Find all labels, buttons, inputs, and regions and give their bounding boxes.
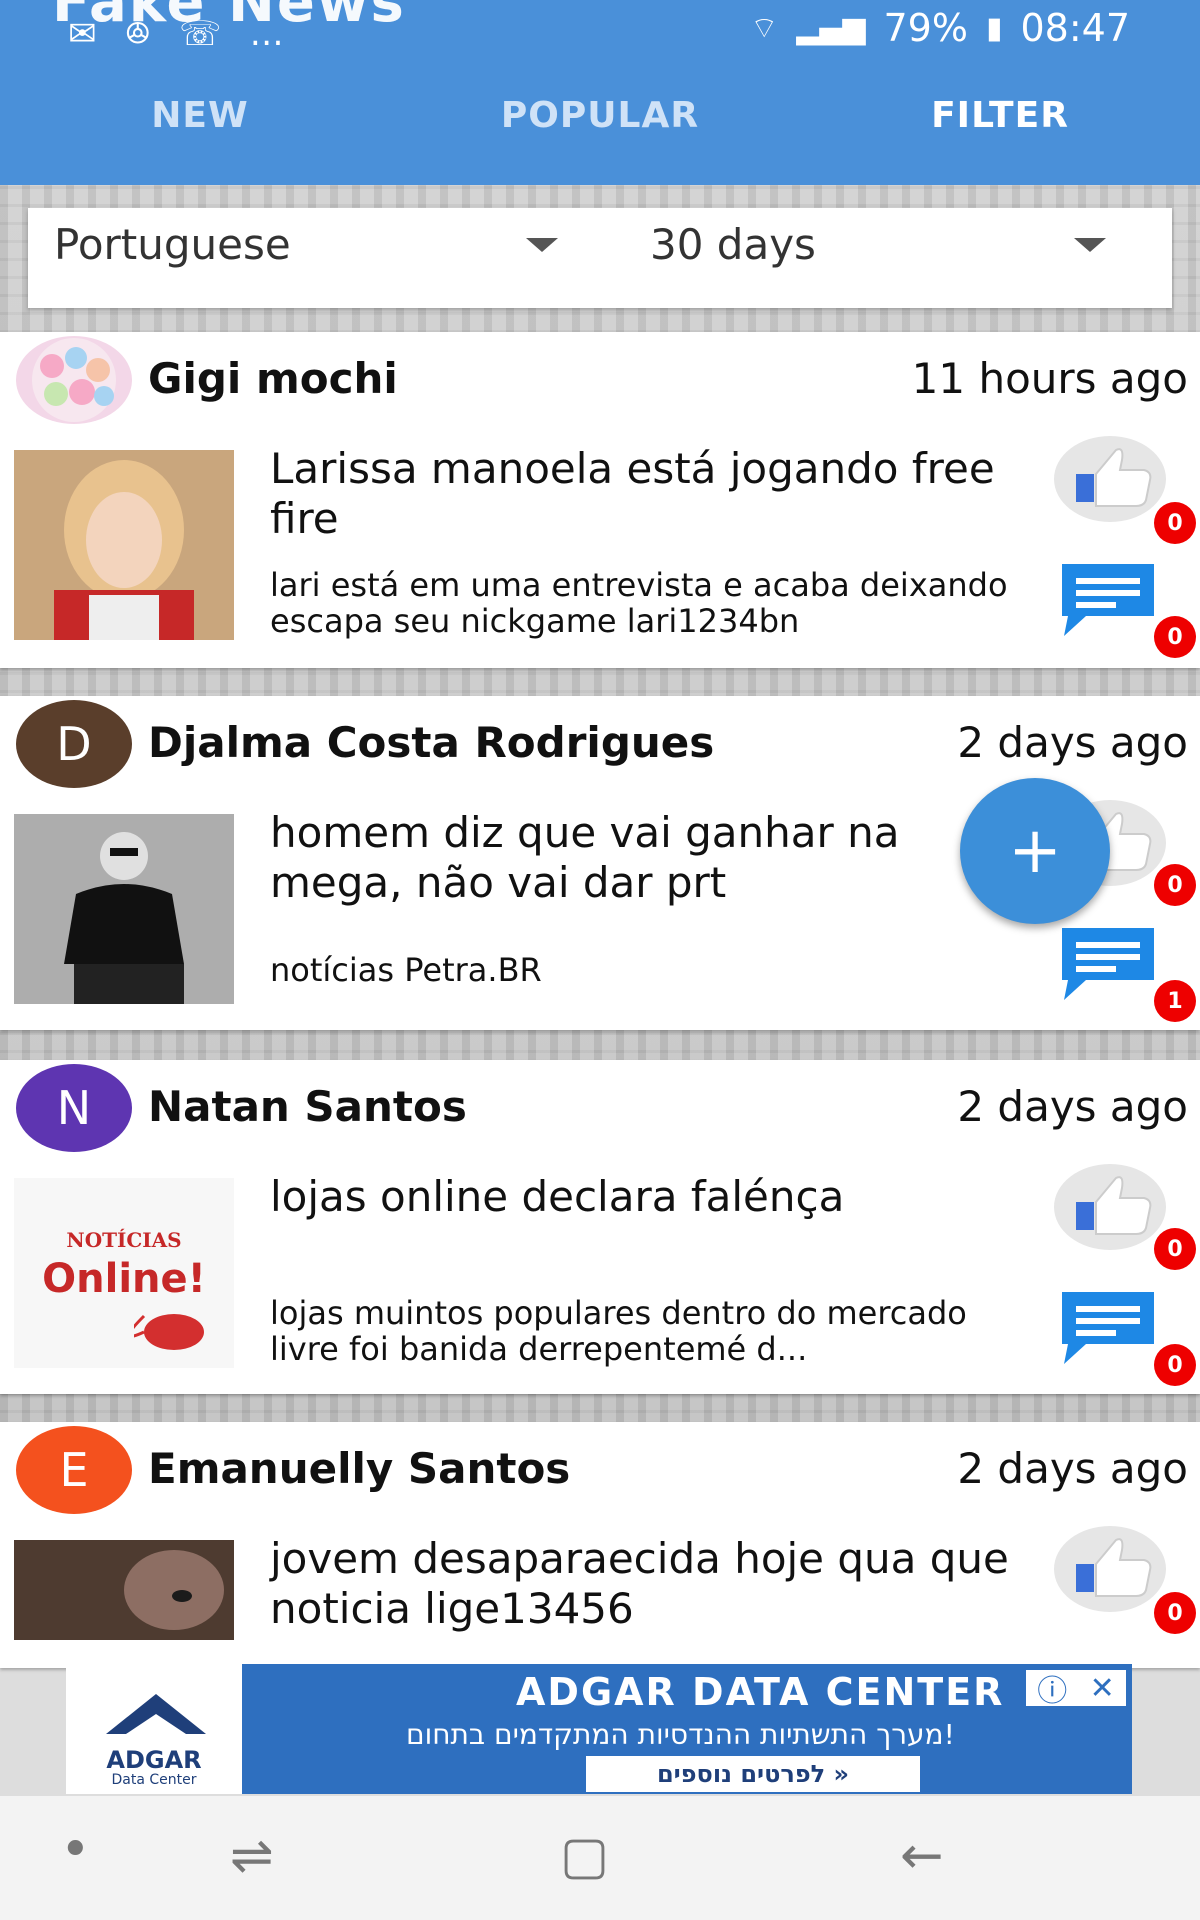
system-nav-bar: • ⇌ ▢ ←	[0, 1796, 1200, 1920]
mochi-avatar-icon	[32, 338, 116, 422]
ad-logo: ADGAR Data Center	[66, 1664, 242, 1794]
signal-icon: ▂▄▆	[796, 10, 866, 46]
post-thumbnail[interactable]: NOTÍCIAS Online!	[14, 1178, 234, 1368]
avatar	[16, 336, 132, 424]
post-time: 2 days ago	[957, 1444, 1188, 1493]
thumbnail-text: NOTÍCIAS	[66, 1228, 182, 1252]
ad-controls: ⓘ ✕	[1026, 1670, 1126, 1709]
thumbs-up-icon	[1054, 436, 1166, 522]
tab-filter[interactable]: FILTER	[800, 95, 1200, 155]
post-description: lojas muintos populares dentro do mercad…	[270, 1294, 967, 1368]
battery-percent: 79%	[883, 6, 968, 50]
ad-cta-button[interactable]: לפרטים נוספים »	[586, 1756, 920, 1792]
avatar: D	[16, 700, 132, 788]
comment-count-badge: 1	[1154, 980, 1196, 1022]
like-button[interactable]	[1052, 1524, 1168, 1614]
ad-brand-sub: Data Center	[111, 1772, 197, 1788]
like-count-badge: 0	[1154, 1228, 1196, 1270]
author-name[interactable]: Emanuelly Santos	[148, 1444, 570, 1493]
spiral-icon: ꔮ	[124, 14, 152, 54]
avatar: E	[16, 1426, 132, 1514]
comment-count-badge: 0	[1154, 1344, 1196, 1386]
post-time: 11 hours ago	[911, 354, 1188, 403]
thumbs-up-icon	[1054, 1526, 1166, 1612]
tab-popular[interactable]: POPULAR	[400, 95, 800, 155]
ad-banner[interactable]: ADGAR Data Center ADGAR DATA CENTER מערך…	[66, 1664, 1132, 1794]
comment-icon	[1062, 928, 1154, 1000]
battery-icon: ▮	[985, 10, 1003, 46]
ad-brand: ADGAR	[106, 1746, 202, 1774]
clock: 08:47	[1020, 6, 1130, 50]
author-name[interactable]: Natan Santos	[148, 1082, 467, 1131]
post-description: notícias Petra.BR	[270, 951, 542, 989]
post-thumbnail[interactable]	[14, 450, 234, 640]
status-bar: ✉ ꔮ ☏ … ⌔ ▂▄▆ 79% ▮ 08:47	[0, 0, 1200, 60]
language-select[interactable]: Portuguese	[54, 220, 291, 269]
home-dot-icon[interactable]: •	[60, 1820, 91, 1880]
post-title[interactable]: homem diz que vai ganhar na mega, não va…	[270, 808, 1030, 908]
post-card[interactable]: Gigi mochi 11 hours ago Larissa manoela …	[0, 332, 1200, 668]
tab-bar: NEW POPULAR FILTER	[0, 95, 1200, 155]
comment-button[interactable]	[1058, 924, 1158, 1004]
ad-subline: מערך התשתיות ההנדסיות המתקדמים בתחום!	[406, 1718, 955, 1751]
mail-icon: ✉	[68, 14, 97, 54]
like-button[interactable]	[1052, 1162, 1168, 1252]
post-time: 2 days ago	[957, 718, 1188, 767]
recents-icon[interactable]: ⇌	[230, 1826, 274, 1886]
info-icon[interactable]: ⓘ	[1037, 1666, 1067, 1710]
period-select[interactable]: 30 days	[650, 220, 816, 269]
like-count-badge: 0	[1154, 864, 1196, 906]
like-count-badge: 0	[1154, 502, 1196, 544]
author-name[interactable]: Gigi mochi	[148, 354, 398, 403]
like-count-badge: 0	[1154, 1592, 1196, 1634]
author-name[interactable]: Djalma Costa Rodrigues	[148, 718, 714, 767]
post-thumbnail[interactable]	[14, 1540, 234, 1640]
post-time: 2 days ago	[957, 1082, 1188, 1131]
comment-icon	[1062, 564, 1154, 636]
avatar: N	[16, 1064, 132, 1152]
back-icon[interactable]: ←	[900, 1826, 944, 1886]
comment-button[interactable]	[1058, 560, 1158, 640]
chevron-down-icon[interactable]	[526, 238, 558, 252]
post-title[interactable]: lojas online declara falénça	[270, 1172, 1030, 1222]
chevron-down-icon[interactable]	[1074, 238, 1106, 252]
post-title[interactable]: jovem desaparaecida hoje qua que noticia…	[270, 1534, 1030, 1634]
tab-new[interactable]: NEW	[0, 95, 400, 155]
mouse-icon	[134, 1314, 204, 1350]
phone-icon: ☏	[179, 14, 222, 54]
more-icon: …	[249, 14, 284, 54]
thumbnail-text: Online!	[42, 1256, 206, 1302]
comment-count-badge: 0	[1154, 616, 1196, 658]
home-icon[interactable]: ▢	[560, 1826, 609, 1886]
add-post-button[interactable]: +	[960, 778, 1110, 924]
post-description: lari está em uma entrevista e acaba deix…	[270, 566, 1008, 640]
comment-icon	[1062, 1292, 1154, 1364]
post-card[interactable]: N Natan Santos 2 days ago NOTÍCIAS Onlin…	[0, 1060, 1200, 1394]
ad-headline: ADGAR DATA CENTER	[516, 1670, 1005, 1714]
thumbs-up-icon	[1054, 1164, 1166, 1250]
filter-bar: Portuguese 30 days	[28, 208, 1172, 308]
like-button[interactable]	[1052, 434, 1168, 524]
post-card[interactable]: E Emanuelly Santos 2 days ago jovem desa…	[0, 1422, 1200, 1668]
post-title[interactable]: Larissa manoela está jogando free fire	[270, 444, 1030, 544]
wifi-icon: ⌔	[750, 11, 779, 46]
comment-button[interactable]	[1058, 1288, 1158, 1368]
post-thumbnail[interactable]	[14, 814, 234, 1004]
close-icon[interactable]: ✕	[1090, 1671, 1115, 1706]
app-bar: Fake News ✉ ꔮ ☏ … ⌔ ▂▄▆ 79% ▮ 08:47 NEW …	[0, 0, 1200, 185]
